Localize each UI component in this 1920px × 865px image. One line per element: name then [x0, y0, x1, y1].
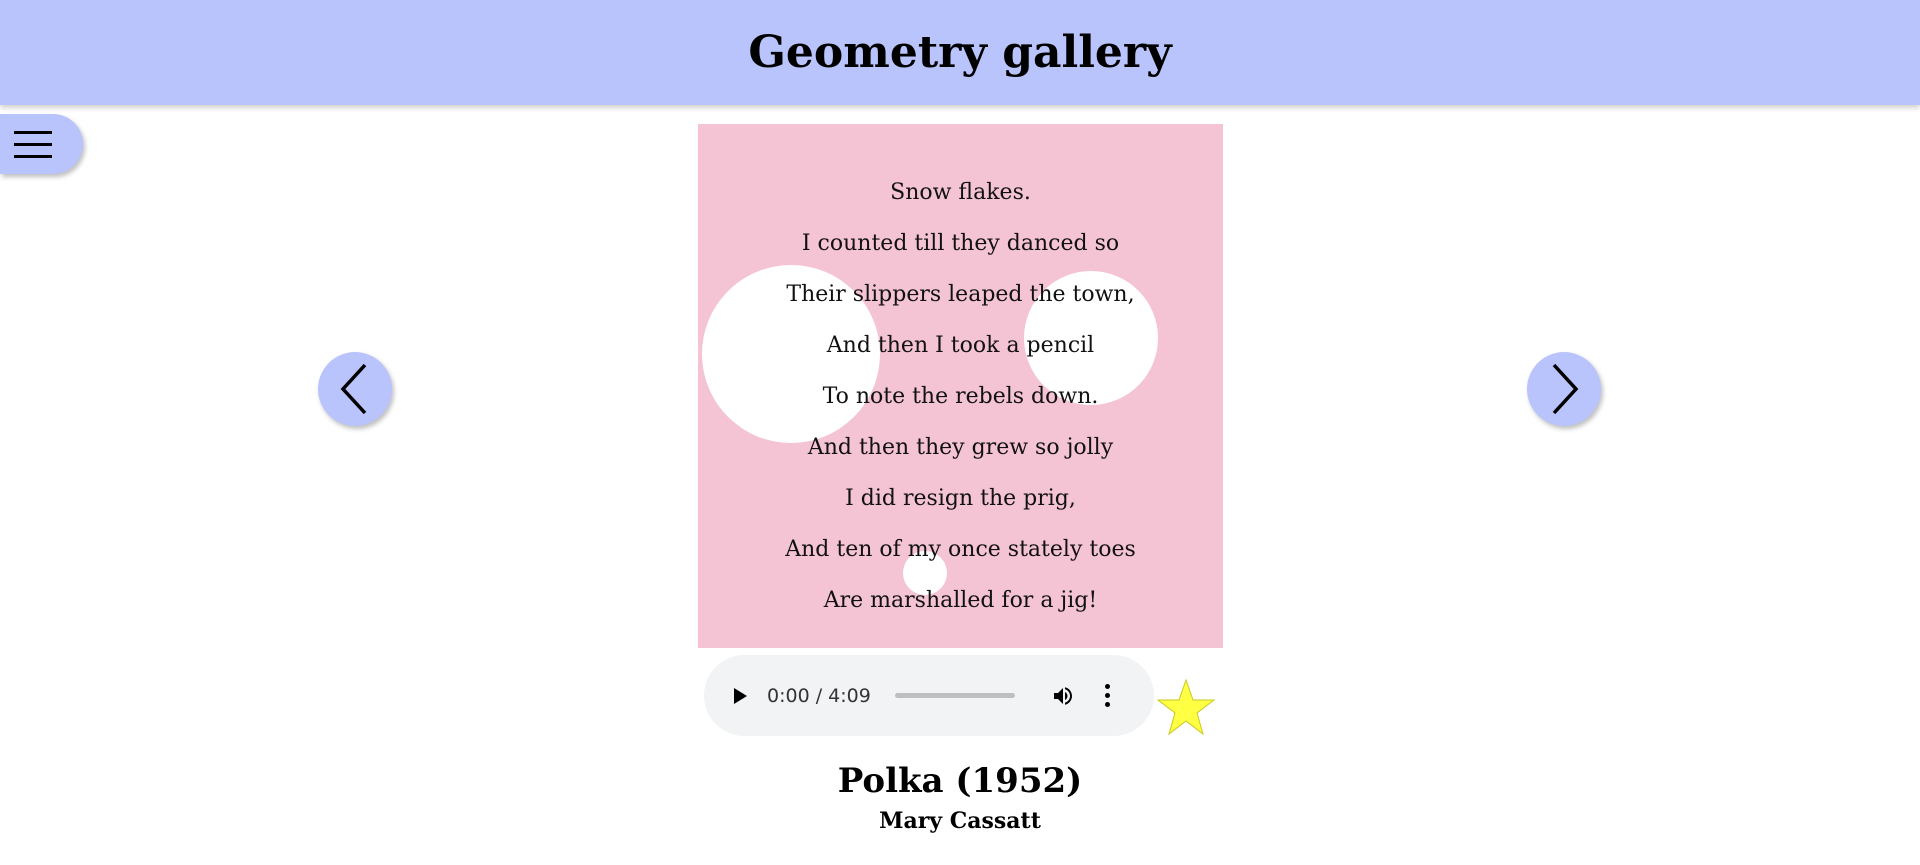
poem-line: And then I took a pencil [826, 333, 1095, 358]
previous-button[interactable] [318, 352, 392, 426]
artwork-canvas: Snow flakes. I counted till they danced … [698, 124, 1223, 648]
poem-line: I counted till they danced so [801, 231, 1120, 256]
poem-line: To note the rebels down. [822, 384, 1099, 409]
artwork-artist: Mary Cassatt [879, 808, 1041, 834]
poem-line: Are marshalled for a jig! [823, 588, 1098, 613]
hamburger-menu-icon [14, 130, 52, 158]
poem-line: Snow flakes. [890, 180, 1031, 205]
star-icon[interactable] [1156, 678, 1216, 738]
artwork-title: Polka (1952) [837, 761, 1083, 801]
artwork-caption: Polka (1952) Mary Cassatt [0, 756, 1920, 836]
poem-line: Their slippers leaped the town, [786, 282, 1135, 307]
page-header: Geometry gallery [0, 0, 1920, 105]
poem-line: And then they grew so jolly [807, 435, 1114, 460]
volume-icon[interactable] [1051, 684, 1075, 708]
chevron-right-icon [1552, 363, 1579, 415]
play-icon[interactable] [734, 687, 747, 704]
audio-player: 0:00 / 4:09 [704, 655, 1154, 736]
poem-line: I did resign the prig, [845, 486, 1076, 511]
more-options-icon[interactable] [1104, 684, 1110, 707]
menu-button[interactable] [0, 114, 83, 174]
chevron-left-icon [340, 363, 367, 415]
poem-line: And ten of my once stately toes [785, 537, 1136, 562]
page-title: Geometry gallery [748, 27, 1172, 78]
next-button[interactable] [1527, 352, 1601, 426]
poem-text: Snow flakes. I counted till they danced … [698, 167, 1223, 626]
audio-progress-bar[interactable] [894, 693, 1015, 698]
audio-time: 0:00 / 4:09 [767, 684, 871, 707]
